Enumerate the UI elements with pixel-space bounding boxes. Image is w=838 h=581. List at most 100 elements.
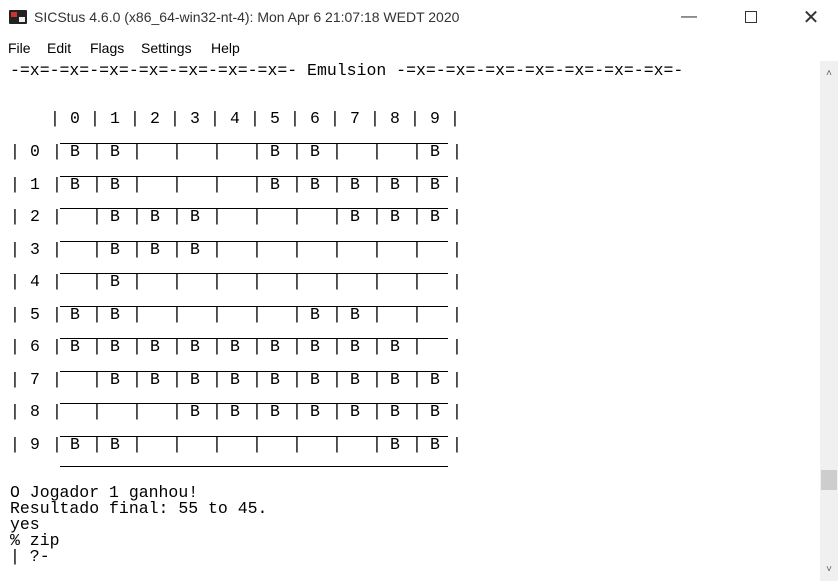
vertical-scrollbar[interactable]: ˄ ˅: [820, 61, 838, 581]
row-separator: |: [10, 402, 20, 421]
cell-separator: |: [412, 434, 422, 454]
cell-separator: |: [332, 402, 342, 421]
title-bar: SICStus 4.6.0 (x86_64-win32-nt-4): Mon A…: [0, 0, 838, 34]
board-bottom-border: [60, 466, 448, 467]
cell-separator: |: [52, 434, 62, 454]
row-separator: |: [10, 142, 20, 161]
cell-separator: |: [452, 272, 462, 291]
board-cell: B: [190, 337, 200, 356]
board-cell: B: [350, 304, 360, 324]
board-cell: B: [230, 337, 240, 356]
cell-separator: |: [252, 142, 262, 161]
console-output[interactable]: -=x=-=x=-=x=-=x=-=x=-=x=-=x=- Emulsion -…: [0, 61, 820, 581]
cell-separator: |: [132, 272, 142, 291]
cell-separator: |: [292, 434, 302, 454]
row-separator: |: [10, 337, 20, 356]
cell-separator: |: [52, 337, 62, 356]
maximize-button[interactable]: [728, 0, 774, 34]
cell-separator: |: [372, 207, 382, 226]
cell-separator: |: [212, 337, 222, 356]
cell-separator: |: [52, 402, 62, 421]
cell-separator: |: [52, 174, 62, 194]
cell-separator: |: [332, 434, 342, 454]
menu-flags[interactable]: Flags: [90, 40, 124, 56]
row-label: 2: [30, 207, 40, 226]
row-divider: [60, 143, 448, 144]
cell-separator: |: [412, 174, 422, 194]
column-header: 8: [390, 109, 400, 128]
column-header: 4: [230, 109, 240, 128]
cell-separator: |: [252, 207, 262, 226]
menu-settings[interactable]: Settings: [141, 40, 192, 56]
board-cell: B: [390, 337, 400, 356]
menu-edit[interactable]: Edit: [47, 40, 71, 56]
board-cell: B: [430, 207, 440, 226]
cell-separator: |: [332, 142, 342, 161]
column-separator: |: [330, 109, 340, 128]
cell-separator: |: [172, 434, 182, 454]
minimize-button[interactable]: —: [666, 0, 712, 34]
column-separator: |: [370, 109, 380, 128]
cell-separator: |: [452, 369, 462, 389]
menu-bar: File Edit Flags Settings Help: [0, 38, 838, 60]
cell-separator: |: [172, 207, 182, 226]
cell-separator: |: [292, 174, 302, 194]
column-header: 2: [150, 109, 160, 128]
close-icon: ✕: [802, 6, 820, 29]
window-title: SICStus 4.6.0 (x86_64-win32-nt-4): Mon A…: [34, 9, 460, 25]
board-cell: B: [70, 337, 80, 356]
close-button[interactable]: ✕: [788, 0, 834, 34]
cell-separator: |: [132, 304, 142, 324]
board-cell: B: [350, 207, 360, 226]
cell-separator: |: [172, 239, 182, 259]
cell-separator: |: [332, 304, 342, 324]
row-label: 8: [30, 402, 40, 421]
board-cell: B: [110, 142, 120, 161]
cell-separator: |: [372, 337, 382, 356]
cell-separator: |: [292, 402, 302, 421]
cell-separator: |: [412, 369, 422, 389]
board-cell: B: [270, 142, 280, 161]
row-separator: |: [10, 304, 20, 324]
output-line: Resultado final: 55 to 45.: [10, 499, 268, 518]
board-cell: B: [310, 142, 320, 161]
arrow-down-icon[interactable]: ˅: [820, 561, 838, 578]
row-divider: [60, 403, 448, 404]
minimize-icon: —: [681, 8, 697, 25]
cell-separator: |: [372, 239, 382, 259]
column-header: 6: [310, 109, 320, 128]
menu-file[interactable]: File: [8, 40, 31, 56]
cell-separator: |: [212, 239, 222, 259]
cell-separator: |: [172, 174, 182, 194]
menu-help[interactable]: Help: [211, 40, 240, 56]
cell-separator: |: [92, 434, 102, 454]
board-cell: B: [110, 337, 120, 356]
board-cell: B: [110, 239, 120, 259]
row-separator: |: [10, 272, 20, 291]
cell-separator: |: [132, 402, 142, 421]
cell-separator: |: [332, 174, 342, 194]
board-cell: B: [190, 239, 200, 259]
column-separator: |: [90, 109, 100, 128]
cell-separator: |: [452, 174, 462, 194]
cell-separator: |: [92, 304, 102, 324]
row-label: 6: [30, 337, 40, 356]
cell-separator: |: [132, 207, 142, 226]
board-cell: B: [190, 369, 200, 389]
board-cell: B: [150, 369, 160, 389]
scrollbar-thumb[interactable]: [821, 470, 837, 490]
board-cell: B: [150, 239, 160, 259]
column-header: 1: [110, 109, 120, 128]
cell-separator: |: [212, 304, 222, 324]
cell-separator: |: [292, 337, 302, 356]
cell-separator: |: [452, 304, 462, 324]
cell-separator: |: [92, 272, 102, 291]
cell-separator: |: [212, 207, 222, 226]
cell-separator: |: [372, 272, 382, 291]
row-divider: [60, 370, 448, 372]
cell-separator: |: [292, 272, 302, 291]
arrow-up-icon[interactable]: ˄: [820, 65, 838, 82]
row-divider: [60, 240, 448, 242]
cell-separator: |: [52, 142, 62, 161]
column-header: 7: [350, 109, 360, 128]
